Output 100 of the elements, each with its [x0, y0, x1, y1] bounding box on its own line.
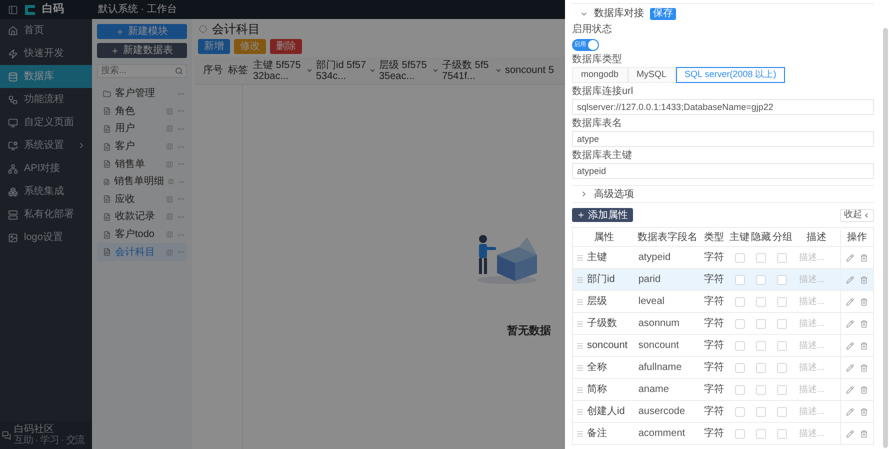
tree-item[interactable]: 客户: [97, 138, 187, 156]
tree-item[interactable]: 销售单: [97, 155, 187, 173]
delete-icon[interactable]: [860, 364, 868, 372]
save-button[interactable]: 保存: [650, 8, 676, 20]
menu-toggle-icon[interactable]: [8, 4, 18, 14]
delete-icon[interactable]: [860, 342, 868, 350]
column-header[interactable]: 子级数 5f57541f...: [442, 60, 502, 82]
checkbox[interactable]: [756, 296, 766, 306]
checkbox[interactable]: [777, 362, 788, 372]
edit-icon[interactable]: [846, 320, 854, 328]
checkbox[interactable]: [734, 340, 745, 350]
table-row[interactable]: 简称 aname 字符 描述...: [573, 378, 873, 400]
checkbox[interactable]: [756, 340, 766, 350]
tree-item[interactable]: 客户todo: [97, 226, 187, 244]
delete-icon[interactable]: [860, 430, 868, 438]
checkbox[interactable]: [777, 406, 788, 416]
column-header[interactable]: 部门id 5f57534c...: [316, 60, 376, 82]
table-row[interactable]: 层级 leveal 字符 描述...: [573, 290, 873, 312]
scrollbar-thumb[interactable]: [883, 28, 888, 448]
tree-item[interactable]: 应收: [97, 190, 187, 208]
text-field[interactable]: atypeid: [572, 163, 874, 179]
columns-icon[interactable]: [166, 248, 173, 256]
edit-icon[interactable]: [846, 430, 854, 438]
columns-icon[interactable]: [166, 125, 173, 132]
checkbox[interactable]: [734, 428, 745, 438]
edit-icon[interactable]: [846, 298, 854, 306]
checkbox[interactable]: [756, 274, 766, 284]
edit-icon[interactable]: [846, 408, 854, 416]
drag-handle-icon[interactable]: [576, 364, 584, 372]
action-button[interactable]: 新增: [198, 39, 230, 54]
delete-icon[interactable]: [860, 386, 868, 394]
table-row[interactable]: 备注 acomment 字符 描述...: [573, 422, 873, 444]
columns-icon[interactable]: [166, 231, 173, 238]
checkbox[interactable]: [734, 362, 745, 372]
columns-icon[interactable]: [168, 178, 174, 186]
checkbox[interactable]: [777, 274, 788, 284]
column-header[interactable]: 序号: [203, 65, 225, 76]
edit-icon[interactable]: [846, 386, 854, 394]
table-row[interactable]: soncount soncount 字符 描述...: [573, 334, 873, 356]
columns-icon[interactable]: [166, 108, 173, 115]
tree-item[interactable]: 客户管理: [97, 85, 187, 103]
checkbox[interactable]: [777, 428, 788, 438]
column-header[interactable]: 标签: [228, 65, 250, 76]
delete-icon[interactable]: [860, 320, 868, 328]
edit-icon[interactable]: [846, 254, 854, 262]
delete-icon[interactable]: [860, 408, 868, 416]
checkbox[interactable]: [734, 274, 745, 284]
columns-icon[interactable]: [166, 213, 173, 220]
db-type-option[interactable]: MySQL: [628, 67, 676, 83]
table-row[interactable]: 部门id parid 字符 描述...: [573, 268, 873, 290]
search-icon[interactable]: [175, 67, 183, 75]
tree-item[interactable]: 角色: [97, 102, 187, 120]
table-row[interactable]: 子级数 asonnum 字符 描述...: [573, 312, 873, 334]
tree-item[interactable]: 收款记录: [97, 208, 187, 226]
checkbox[interactable]: [777, 252, 788, 262]
checkbox[interactable]: [756, 406, 766, 416]
checkbox[interactable]: [777, 340, 788, 350]
column-header[interactable]: 主键 5f57532bac...: [253, 60, 313, 82]
drag-handle-icon[interactable]: [576, 386, 584, 394]
edit-icon[interactable]: [846, 364, 854, 372]
checkbox[interactable]: [756, 252, 766, 262]
drag-handle-icon[interactable]: [576, 254, 584, 262]
checkbox[interactable]: [734, 296, 745, 306]
edit-icon[interactable]: [846, 342, 854, 350]
text-field[interactable]: atype: [572, 131, 874, 147]
checkbox[interactable]: [734, 384, 745, 394]
checkbox[interactable]: [734, 406, 745, 416]
new-item-button[interactable]: 新建模块: [97, 24, 187, 39]
db-type-option[interactable]: mongodb: [572, 67, 628, 83]
checkbox[interactable]: [756, 428, 766, 438]
community-footer[interactable]: 白码社区 互助 · 学习 · 交流: [0, 421, 92, 449]
checkbox[interactable]: [777, 384, 788, 394]
nav-item[interactable]: 私有化部署: [0, 203, 92, 226]
drag-handle-icon[interactable]: [576, 276, 584, 284]
checkbox[interactable]: [777, 318, 788, 328]
section-title[interactable]: 高级选项: [594, 186, 634, 202]
drag-handle-icon[interactable]: [576, 320, 584, 328]
column-header[interactable]: 层级 5f57535eac...: [379, 60, 439, 82]
tree-item[interactable]: 销售单明细: [97, 172, 187, 191]
columns-icon[interactable]: [166, 160, 173, 168]
table-row[interactable]: 全称 afullname 字符 描述...: [573, 356, 873, 378]
nav-item[interactable]: API对接: [0, 157, 92, 180]
drag-handle-icon[interactable]: [576, 298, 584, 306]
nav-item[interactable]: 系统设置: [0, 134, 92, 157]
delete-icon[interactable]: [860, 276, 868, 284]
column-header[interactable]: soncount 5: [505, 65, 565, 76]
drag-handle-icon[interactable]: [576, 430, 584, 438]
delete-icon[interactable]: [860, 254, 868, 262]
section-title[interactable]: 数据库对接: [594, 6, 644, 21]
checkbox[interactable]: [777, 296, 788, 306]
new-item-button[interactable]: 新建数据表: [97, 43, 187, 58]
nav-item[interactable]: 系统集成: [0, 180, 92, 203]
db-type-option[interactable]: SQL server(2008 以上): [676, 67, 786, 83]
delete-icon[interactable]: [860, 298, 868, 306]
checkbox[interactable]: [734, 318, 745, 328]
nav-item[interactable]: 首页: [0, 19, 92, 42]
tree-item[interactable]: 用户: [97, 120, 187, 138]
checkbox[interactable]: [756, 318, 766, 328]
edit-icon[interactable]: [846, 276, 854, 284]
checkbox[interactable]: [734, 252, 745, 262]
